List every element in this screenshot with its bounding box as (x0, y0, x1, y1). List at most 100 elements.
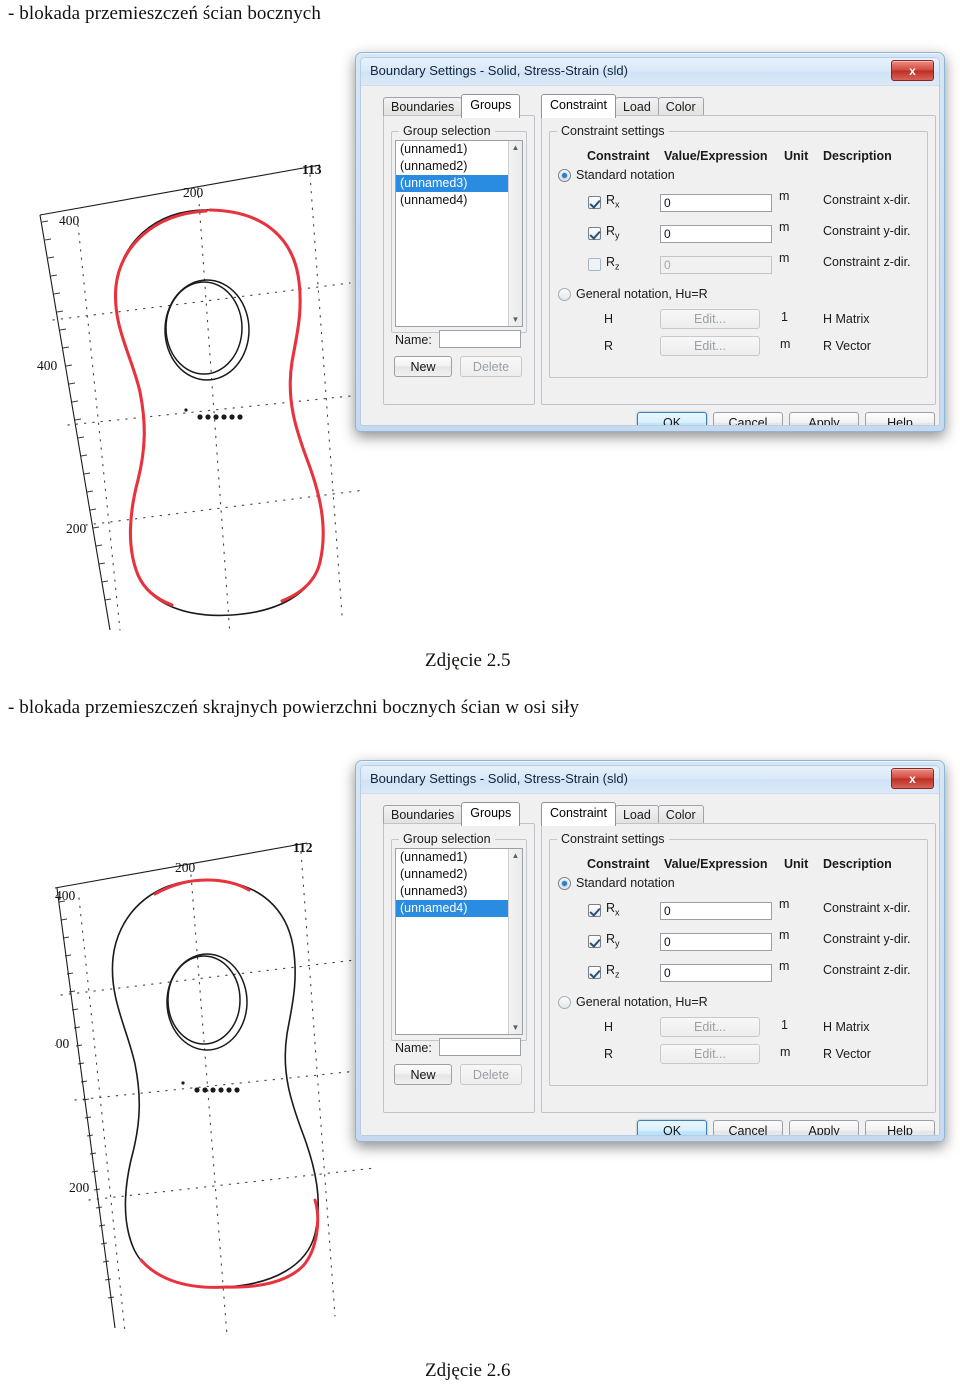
ry-checkbox-2[interactable] (588, 935, 601, 948)
svg-text:400: 400 (37, 358, 58, 373)
constraint-settings-title-1: Constraint settings (557, 124, 669, 138)
group-list-scrollbar-2[interactable]: ▲ ▼ (508, 849, 522, 1034)
dialog-titlebar-2[interactable]: Boundary Settings - Solid, Stress-Strain… (361, 766, 939, 794)
rx-checkbox-2[interactable] (588, 904, 601, 917)
general-notation-label-2: General notation, Hu=R (576, 995, 708, 1009)
rz-symbol-2: Rz (606, 963, 620, 980)
apply-button-2[interactable]: Apply (789, 1120, 859, 1135)
list-item[interactable]: (unnamed3) (396, 175, 522, 192)
cad-figure-2: 112 200 400 400 200 (55, 780, 395, 1350)
boundary-settings-dialog-2[interactable]: Boundary Settings - Solid, Stress-Strain… (355, 760, 945, 1142)
ok-button-1[interactable]: OK (637, 412, 707, 425)
list-item[interactable]: (unnamed4) (396, 900, 522, 917)
h-description-2: H Matrix (823, 1020, 870, 1034)
list-item[interactable]: (unnamed1) (396, 849, 522, 866)
name-input-2[interactable] (439, 1038, 521, 1056)
rx-symbol-1: Rx (606, 193, 620, 210)
h-unit-1: 1 (781, 310, 788, 324)
header-value-2: Value/Expression (664, 857, 768, 871)
r-symbol-2: R (604, 1047, 614, 1061)
h-edit-button-1: Edit... (660, 309, 760, 329)
list-item[interactable]: (unnamed1) (396, 141, 522, 158)
scroll-down-icon[interactable]: ▼ (512, 1021, 520, 1034)
group-list-1[interactable]: (unnamed1) (unnamed2) (unnamed3) (unname… (395, 140, 523, 327)
ry-description-2: Constraint y-dir. (823, 932, 911, 946)
dialog-title-1: Boundary Settings - Solid, Stress-Strain… (370, 63, 628, 78)
rx-description-2: Constraint x-dir. (823, 901, 911, 915)
group-list-2[interactable]: (unnamed1) (unnamed2) (unnamed3) (unname… (395, 848, 523, 1035)
header-unit-1: Unit (784, 149, 809, 163)
header-description-2: Description (823, 857, 892, 871)
ry-value-input-2[interactable]: 0 (660, 933, 772, 951)
delete-group-button-2: Delete (460, 1064, 522, 1085)
cancel-button-2[interactable]: Cancel (713, 1120, 783, 1135)
scroll-up-icon[interactable]: ▲ (512, 141, 520, 154)
h-symbol-1: H (604, 312, 614, 326)
r-unit-1: m (780, 337, 791, 351)
rx-description-1: Constraint x-dir. (823, 193, 911, 207)
rz-value-input-2[interactable]: 0 (660, 964, 772, 982)
group-list-scrollbar-1[interactable]: ▲ ▼ (508, 141, 522, 326)
svg-text:113: 113 (302, 162, 322, 177)
new-group-button-1[interactable]: New (394, 356, 452, 377)
r-description-1: R Vector (823, 339, 871, 353)
caption-figure-1: Zdjęcie 2.5 (425, 650, 511, 671)
ry-description-1: Constraint y-dir. (823, 224, 911, 238)
list-item[interactable]: (unnamed2) (396, 866, 522, 883)
dialog-body-1: Boundaries Groups Constraint Load Color … (361, 86, 939, 425)
name-label-1: Name: (395, 333, 432, 347)
dialog-body-2: Boundaries Groups Constraint Load Color … (361, 794, 939, 1135)
standard-notation-radio-2[interactable] (558, 877, 571, 890)
apply-button-1[interactable]: Apply (789, 412, 859, 425)
r-symbol-1: R (604, 339, 614, 353)
new-group-button-2[interactable]: New (394, 1064, 452, 1085)
document-page: - blokada przemieszczeń ścian bocznych 1… (0, 0, 960, 1389)
help-button-1[interactable]: Help (865, 412, 935, 425)
dialog-titlebar-1[interactable]: Boundary Settings - Solid, Stress-Strain… (361, 58, 939, 86)
header-description-1: Description (823, 149, 892, 163)
tab-constraint-2[interactable]: Constraint (541, 802, 616, 826)
boundary-settings-dialog-1[interactable]: Boundary Settings - Solid, Stress-Strain… (355, 52, 945, 432)
r-unit-2: m (780, 1045, 791, 1059)
tab-groups-1[interactable]: Groups (461, 94, 521, 118)
rz-checkbox-1[interactable] (588, 258, 601, 271)
rx-value-input-2[interactable]: 0 (660, 902, 772, 920)
h-edit-button-2: Edit... (660, 1017, 760, 1037)
rz-symbol-1: Rz (606, 255, 620, 272)
scroll-up-icon[interactable]: ▲ (512, 849, 520, 862)
rz-checkbox-2[interactable] (588, 966, 601, 979)
heading-line-1: - blokada przemieszczeń ścian bocznych (8, 3, 321, 24)
r-edit-button-1: Edit... (660, 336, 760, 356)
general-notation-radio-2[interactable] (558, 996, 571, 1009)
rx-checkbox-1[interactable] (588, 196, 601, 209)
close-icon[interactable]: x (891, 60, 934, 81)
header-constraint-2: Constraint (587, 857, 650, 871)
rx-unit-2: m (779, 897, 790, 911)
standard-notation-radio-1[interactable] (558, 169, 571, 182)
general-notation-radio-1[interactable] (558, 288, 571, 301)
cancel-button-1[interactable]: Cancel (713, 412, 783, 425)
list-item[interactable]: (unnamed3) (396, 883, 522, 900)
rx-value-input-1[interactable]: 0 (660, 194, 772, 212)
scroll-down-icon[interactable]: ▼ (512, 313, 520, 326)
tab-groups-2[interactable]: Groups (461, 802, 521, 826)
rx-unit-1: m (779, 189, 790, 203)
ry-value-input-1[interactable]: 0 (660, 225, 772, 243)
svg-text:200: 200 (69, 1180, 90, 1195)
h-description-1: H Matrix (823, 312, 870, 326)
ok-button-2[interactable]: OK (637, 1120, 707, 1135)
close-icon[interactable]: x (891, 768, 934, 789)
ry-checkbox-1[interactable] (588, 227, 601, 240)
tab-constraint-1[interactable]: Constraint (541, 94, 616, 118)
svg-text:112: 112 (293, 840, 313, 855)
help-button-2[interactable]: Help (865, 1120, 935, 1135)
constraint-settings-title-2: Constraint settings (557, 832, 669, 846)
rz-unit-2: m (779, 959, 790, 973)
name-input-1[interactable] (439, 330, 521, 348)
cad-figure-1: 113 200 400 400 200 (20, 70, 380, 640)
list-item[interactable]: (unnamed4) (396, 192, 522, 209)
list-item[interactable]: (unnamed2) (396, 158, 522, 175)
svg-text:200: 200 (66, 521, 87, 536)
group-selection-title-2: Group selection (399, 832, 495, 846)
header-unit-2: Unit (784, 857, 809, 871)
